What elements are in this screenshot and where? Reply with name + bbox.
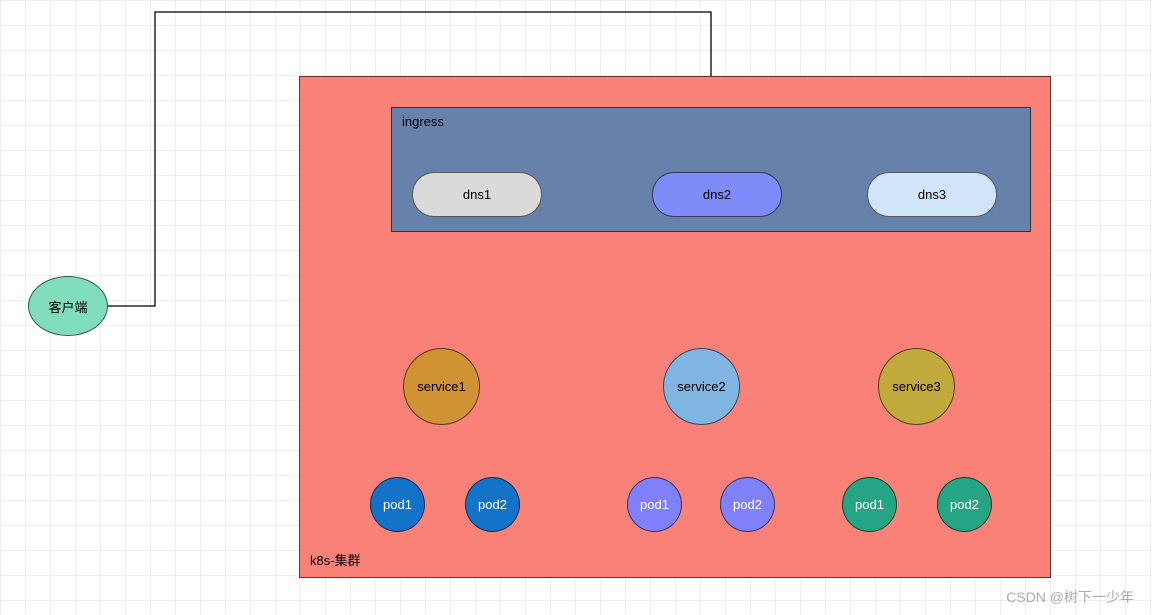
service2-node: service2 xyxy=(663,348,740,425)
service1-pod1-node: pod1 xyxy=(370,477,425,532)
dns1-label: dns1 xyxy=(463,187,491,202)
watermark-text: CSDN @树下一少年 xyxy=(1006,587,1134,607)
service3-pod2-node: pod2 xyxy=(937,477,992,532)
service1-pod2-node: pod2 xyxy=(465,477,520,532)
service3-node: service3 xyxy=(878,348,955,425)
ingress-label: ingress xyxy=(402,114,444,129)
service3-label: service3 xyxy=(892,379,940,394)
service1-label: service1 xyxy=(417,379,465,394)
service2-pod2-node: pod2 xyxy=(720,477,775,532)
client-node: 客户端 xyxy=(28,276,108,336)
service3-pod1-label: pod1 xyxy=(855,497,884,512)
client-label: 客户端 xyxy=(48,297,87,316)
service2-label: service2 xyxy=(677,379,725,394)
dns2-node: dns2 xyxy=(652,172,782,217)
service2-pod2-label: pod2 xyxy=(733,497,762,512)
service2-pod1-label: pod1 xyxy=(640,497,669,512)
dns2-label: dns2 xyxy=(703,187,731,202)
service3-pod1-node: pod1 xyxy=(842,477,897,532)
k8s-cluster-label: k8s-集群 xyxy=(310,550,361,569)
dns3-node: dns3 xyxy=(867,172,997,217)
service3-pod2-label: pod2 xyxy=(950,497,979,512)
diagram-canvas: k8s-集群 ingress dns1 dns2 dns3 service1 s… xyxy=(0,0,1152,615)
dns3-label: dns3 xyxy=(918,187,946,202)
service1-node: service1 xyxy=(403,348,480,425)
service2-pod1-node: pod1 xyxy=(627,477,682,532)
dns1-node: dns1 xyxy=(412,172,542,217)
service1-pod2-label: pod2 xyxy=(478,497,507,512)
service1-pod1-label: pod1 xyxy=(383,497,412,512)
